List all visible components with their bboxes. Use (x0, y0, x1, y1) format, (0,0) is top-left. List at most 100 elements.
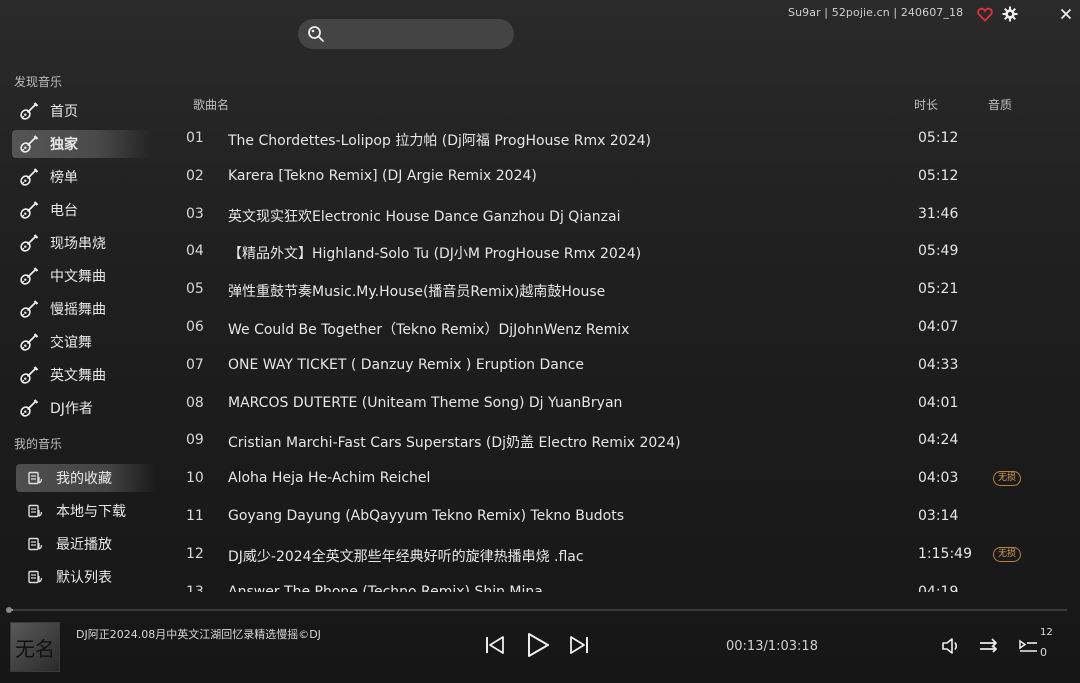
column-header-duration[interactable]: 时长 (914, 96, 938, 113)
discover-section-title: 发现音乐 (14, 75, 63, 89)
guitar-icon (18, 397, 40, 419)
track-row[interactable]: 08 MARCOS DUTERTE (Uniteam Theme Song) Dj… (170, 385, 1050, 423)
column-header-title[interactable]: 歌曲名 (193, 96, 229, 113)
track-number: 07 (186, 356, 204, 373)
playlist-icon (26, 568, 44, 586)
quality-badge: 无损 (993, 471, 1022, 487)
track-duration: 04:33 (918, 356, 959, 373)
sidebar-playlist-item[interactable]: 最近播放 (16, 530, 156, 558)
track-title: 英文现实狂欢Electronic House Dance Ganzhou Dj … (228, 208, 621, 225)
track-number: 03 (186, 205, 204, 222)
next-button[interactable] (566, 632, 592, 658)
sequence-icon (978, 638, 1000, 653)
track-duration: 1:15:49 (918, 545, 972, 562)
my-music-section-title: 我的音乐 (14, 437, 63, 451)
playback-time: 00:13/1:03:18 (726, 639, 818, 654)
track-title: MARCOS DUTERTE (Uniteam Theme Song) Dj Y… (228, 394, 623, 411)
track-title: Goyang Dayung (AbQayyum Tekno Remix) Tek… (228, 508, 624, 524)
track-row[interactable]: 12 DJ威少-2024全英文那些年经典好听的旋律热播串烧 .flac 1:15:4… (170, 536, 1050, 574)
guitar-icon (18, 232, 40, 254)
album-cover[interactable]: 无名 (10, 622, 60, 672)
track-duration: 05:49 (918, 243, 959, 260)
sidebar-nav-label: 交谊舞 (50, 335, 92, 351)
track-row[interactable]: 02 Karera [Tekno Remix] (DJ Argie Remix 2… (170, 158, 1050, 196)
search-input[interactable] (331, 26, 514, 42)
track-title: Answer The Phone (Techno Remix) Shin Min… (228, 583, 543, 592)
sidebar-nav-label: 中文舞曲 (50, 269, 106, 285)
playlist-button[interactable] (1016, 634, 1040, 658)
track-number: 10 (186, 470, 204, 487)
track-duration: 04:19 (918, 583, 959, 592)
track-row[interactable]: 07 ONE WAY TICKET ( Danzuy Remix ) Erupti… (170, 347, 1050, 385)
heart-icon[interactable] (976, 5, 994, 23)
track-number: 06 (186, 319, 204, 335)
track-duration: 04:24 (918, 432, 959, 449)
sidebar-nav-label: 英文舞曲 (50, 368, 106, 384)
track-row[interactable]: 06 We Could Be Together（Tekno Remix）DjJoh… (170, 309, 1050, 347)
sidebar-playlist-item[interactable]: 我的收藏 (16, 464, 156, 492)
playlist-label: 最近播放 (56, 537, 112, 553)
sidebar-nav-item[interactable]: 首页 (12, 97, 152, 125)
playlist-icon (26, 535, 44, 553)
sidebar: 发现音乐 首页独家榜单电台现场串烧中文舞曲慢摇舞曲交谊舞英文舞曲 DJ作者 我的音… (0, 60, 170, 600)
track-duration: 04:03 (918, 470, 959, 487)
guitar-icon (18, 199, 40, 221)
album-cover-text: 无名 (15, 636, 55, 661)
playlist-icon (1019, 639, 1037, 652)
track-list[interactable]: 01 The Chordettes-Lolipop 拉力帕 (Dj阿福 ProgH… (170, 120, 1070, 592)
sidebar-nav-item[interactable]: 慢摇舞曲 (12, 295, 152, 323)
skip-forward-icon (570, 636, 588, 654)
play-button[interactable] (522, 629, 554, 661)
volume-icon (942, 638, 958, 654)
guitar-icon (18, 265, 40, 287)
volume-button[interactable] (940, 635, 962, 657)
sidebar-nav-label: 独家 (50, 137, 78, 153)
sidebar-nav-item[interactable]: 现场串烧 (12, 229, 152, 257)
track-row[interactable]: 13 Answer The Phone (Techno Remix) Shin M… (170, 574, 1050, 592)
column-header-quality[interactable]: 音质 (988, 96, 1012, 113)
sidebar-nav-item[interactable]: 中文舞曲 (12, 262, 152, 290)
sidebar-nav-item[interactable]: 英文舞曲 (12, 361, 152, 389)
track-row[interactable]: 10 Aloha Heja He-Achim Reichel 04:03 无损 (170, 460, 1050, 498)
previous-button[interactable] (482, 632, 508, 658)
skip-back-icon (486, 636, 504, 654)
track-number: 04 (186, 243, 204, 260)
play-mode-button[interactable] (977, 635, 1001, 657)
sidebar-nav-item[interactable]: 电台 (12, 196, 152, 224)
play-icon (528, 633, 549, 657)
sidebar-nav-item[interactable]: 交谊舞 (12, 328, 152, 356)
track-row[interactable]: 04 【精品外文】Highland-Solo Tu (DJ小M ProgHouse… (170, 233, 1050, 271)
sidebar-nav-item[interactable]: 榜单 (12, 163, 152, 191)
quality-badge: 无损 (993, 546, 1022, 562)
track-row[interactable]: 09 Cristian Marchi-Fast Cars Superstars (… (170, 422, 1050, 460)
close-icon[interactable] (1057, 5, 1075, 23)
track-title: We Could Be Together（Tekno Remix）DjJohnW… (228, 322, 630, 338)
track-number: 05 (186, 281, 204, 298)
guitar-icon (18, 166, 40, 188)
playlist-count-badge: 12 (1040, 627, 1053, 638)
sidebar-nav-item[interactable]: DJ作者 (12, 394, 152, 422)
track-number: 02 (186, 167, 204, 184)
sidebar-nav-item[interactable]: 独家 (12, 130, 152, 158)
track-title: 弹性重鼓节奏Music.My.House(播音员Remix)越南鼓House (228, 284, 606, 301)
gear-icon[interactable] (1001, 5, 1019, 23)
track-title: Aloha Heja He-Achim Reichel (228, 470, 431, 487)
search-box[interactable] (298, 19, 514, 49)
track-title: The Chordettes-Lolipop 拉力帕 (Dj阿福 ProgHou… (228, 133, 651, 149)
guitar-icon (18, 100, 40, 122)
top-bar: Su9ar | 52pojie.cn | 240607_18 (0, 0, 1080, 60)
sidebar-playlist-item[interactable]: 默认列表 (16, 563, 156, 591)
track-title: Cristian Marchi-Fast Cars Superstars (Dj… (228, 435, 681, 452)
track-duration: 31:46 (918, 205, 959, 222)
brand-text: Su9ar | 52pojie.cn | 240607_18 (788, 6, 964, 19)
sidebar-playlist-item[interactable]: 本地与下载 (16, 497, 156, 525)
progress-bar[interactable] (9, 609, 1067, 611)
guitar-icon (18, 364, 40, 386)
track-duration: 04:07 (918, 319, 959, 335)
search-icon[interactable] (307, 25, 325, 43)
track-row[interactable]: 01 The Chordettes-Lolipop 拉力帕 (Dj阿福 ProgH… (170, 120, 1050, 158)
track-title: DJ威少-2024全英文那些年经典好听的旋律热播串烧 .flac (228, 548, 584, 565)
track-row[interactable]: 03 英文现实狂欢Electronic House Dance Ganzhou D… (170, 196, 1050, 234)
track-row[interactable]: 05 弹性重鼓节奏Music.My.House(播音员Remix)越南鼓House… (170, 271, 1050, 309)
track-row[interactable]: 11 Goyang Dayung (AbQayyum Tekno Remix) T… (170, 498, 1050, 536)
